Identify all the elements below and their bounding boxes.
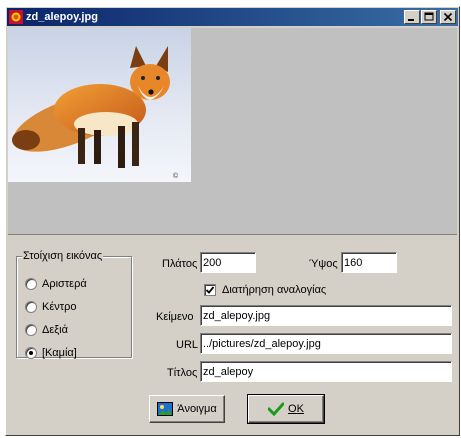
radio-align-left[interactable]: Αριστερά xyxy=(25,276,87,292)
checkmark-icon xyxy=(205,286,215,294)
close-icon xyxy=(443,12,453,22)
text-label: Κείμενο xyxy=(156,311,194,323)
keep-ratio-checkbox[interactable]: Διατήρηση αναλογίας xyxy=(204,284,326,296)
radio-label: [Καμία] xyxy=(42,347,77,359)
radio-button[interactable] xyxy=(25,278,37,290)
maximize-button[interactable] xyxy=(421,10,437,24)
title-bar[interactable]: zd_alepoy.jpg xyxy=(7,8,458,26)
radio-align-none[interactable]: [Καμία] xyxy=(25,345,77,361)
radio-button[interactable] xyxy=(25,324,37,336)
dialog-window: zd_alepoy.jpg © Στοίχιση εικόνας Αριστερ… xyxy=(5,6,460,436)
fox-photo: © xyxy=(8,28,191,182)
width-label: Πλάτος xyxy=(162,258,198,270)
app-icon[interactable] xyxy=(9,10,23,24)
picture-icon xyxy=(157,402,174,416)
minimize-button[interactable] xyxy=(404,10,420,24)
url-label: URL xyxy=(176,339,199,351)
svg-text:©: © xyxy=(173,172,179,180)
minimize-icon xyxy=(408,19,414,21)
radio-label: Κέντρο xyxy=(42,301,77,313)
checkbox-box[interactable] xyxy=(204,284,216,296)
radio-label: Δεξιά xyxy=(42,324,68,336)
alignment-group-title: Στοίχιση εικόνας xyxy=(22,250,104,262)
radio-button[interactable] xyxy=(25,347,37,359)
radio-align-right[interactable]: Δεξιά xyxy=(25,322,68,338)
height-input[interactable] xyxy=(341,252,397,273)
open-button-label: Άνοιγμα xyxy=(177,403,217,415)
close-button[interactable] xyxy=(440,10,456,24)
maximize-icon xyxy=(424,12,434,21)
height-label: Ύψος xyxy=(309,258,338,270)
open-button[interactable]: Άνοιγμα xyxy=(149,395,225,423)
url-input[interactable] xyxy=(200,333,452,354)
title-input[interactable] xyxy=(200,361,452,382)
keep-ratio-label: Διατήρηση αναλογίας xyxy=(222,284,327,296)
width-input[interactable] xyxy=(200,252,256,273)
image-alignment-group: Στοίχιση εικόνας Αριστερά Κέντρο Δεξιά [… xyxy=(16,250,132,361)
image-preview-area: © xyxy=(8,28,457,235)
ok-button-label: OK xyxy=(288,403,304,415)
radio-align-center[interactable]: Κέντρο xyxy=(25,299,76,315)
ok-button[interactable]: OK xyxy=(247,394,325,424)
text-input[interactable] xyxy=(200,305,452,326)
radio-button[interactable] xyxy=(25,301,37,313)
window-title: zd_alepoy.jpg xyxy=(26,11,98,23)
green-checkmark-icon xyxy=(268,402,285,416)
radio-label: Αριστερά xyxy=(42,278,87,290)
title-label: Τίτλος xyxy=(167,367,198,379)
